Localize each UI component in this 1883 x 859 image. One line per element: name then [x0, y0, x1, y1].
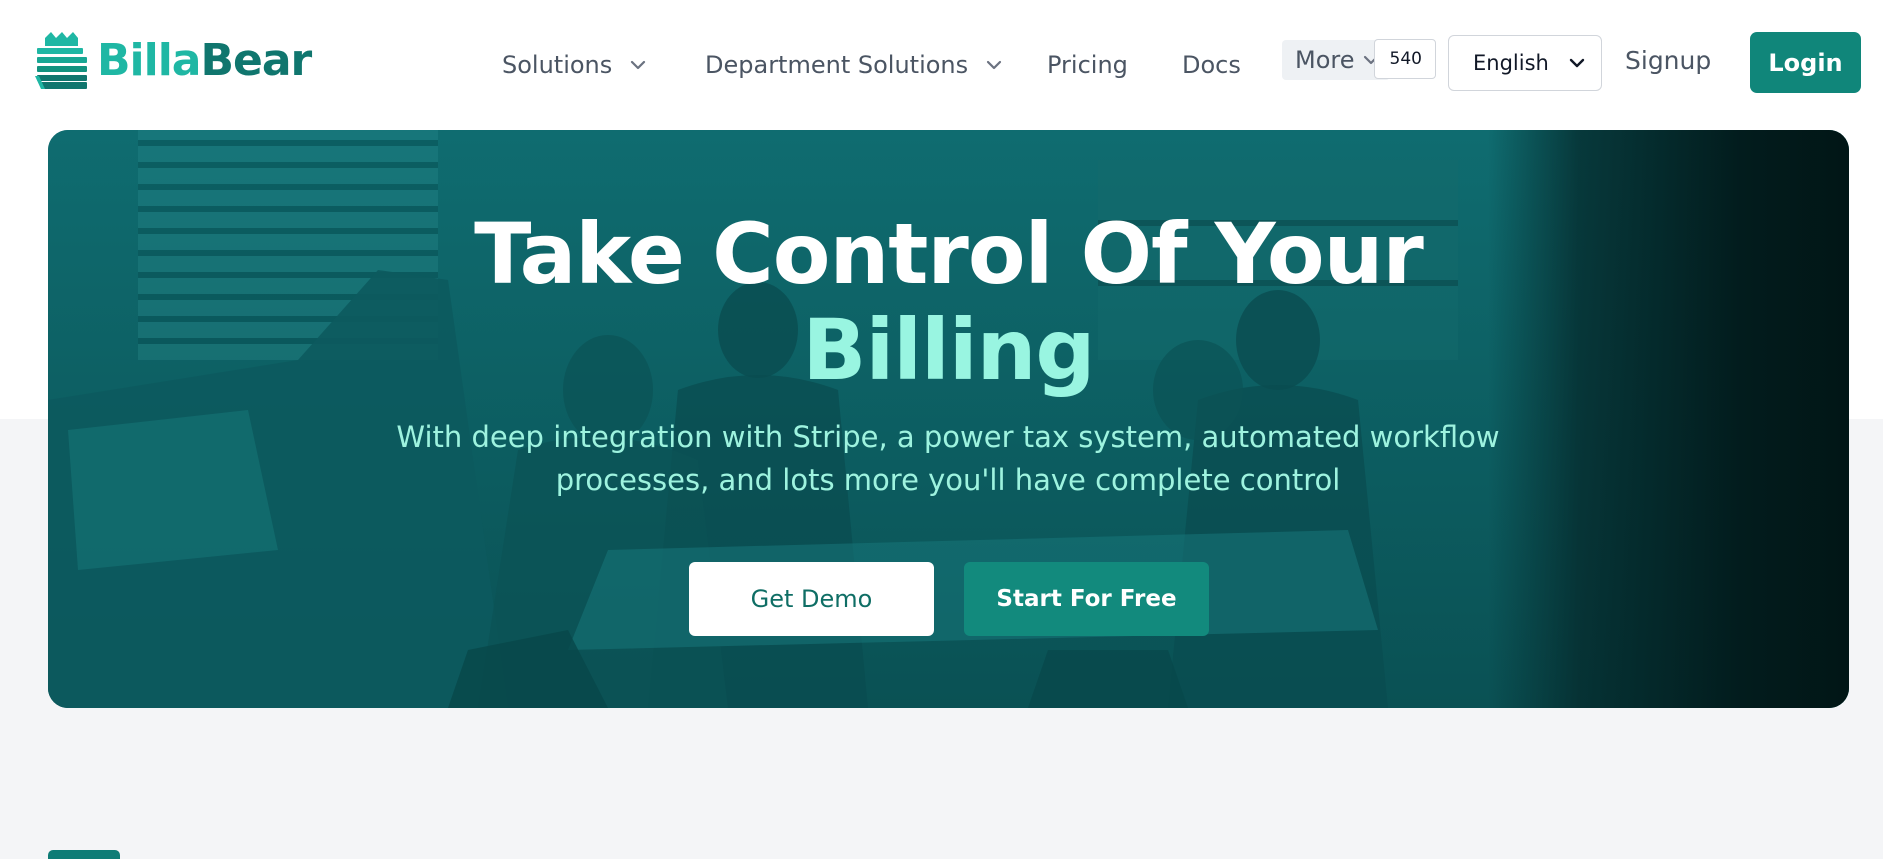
chevron-down-icon — [630, 60, 646, 70]
nav-more-label: More — [1295, 46, 1355, 74]
start-for-free-button[interactable]: Start For Free — [964, 562, 1209, 636]
nav-solutions[interactable]: Solutions — [502, 48, 646, 82]
signup-link[interactable]: Signup — [1625, 46, 1711, 75]
nav-pricing-label: Pricing — [1047, 51, 1128, 79]
chevron-down-icon — [986, 60, 1002, 70]
currency-select-value: 540 — [1389, 49, 1422, 69]
language-select-value: English — [1473, 51, 1549, 75]
chevron-down-icon — [1569, 58, 1585, 68]
brand-wordmark: BillaBear — [97, 35, 312, 86]
currency-select[interactable]: 540 — [1374, 39, 1436, 79]
nav-department-solutions-label: Department Solutions — [705, 51, 969, 79]
nav-department-solutions[interactable]: Department Solutions — [705, 48, 1002, 82]
nav-pricing[interactable]: Pricing — [1047, 48, 1128, 82]
hero-banner: Take Control Of Your Billing With deep i… — [48, 130, 1849, 708]
nav-docs-label: Docs — [1182, 51, 1241, 79]
top-navbar: BillaBear Solutions Department Solutions… — [0, 0, 1883, 130]
billabear-logo-icon — [35, 32, 91, 90]
hero-title-line: Take Control Of Your — [474, 205, 1424, 303]
login-button[interactable]: Login — [1750, 32, 1861, 93]
hero-subtitle: With deep integration with Stripe, a pow… — [396, 420, 1500, 497]
get-demo-button[interactable]: Get Demo — [689, 562, 934, 636]
hero-title-accent: Billing — [802, 301, 1095, 399]
hero-title: Take Control Of Your Billing — [48, 206, 1849, 398]
section-tab-indicator — [48, 850, 120, 859]
language-select[interactable]: English — [1448, 35, 1602, 91]
nav-solutions-label: Solutions — [502, 51, 613, 79]
nav-docs[interactable]: Docs — [1182, 48, 1241, 82]
brand-logo[interactable]: BillaBear — [35, 30, 312, 92]
